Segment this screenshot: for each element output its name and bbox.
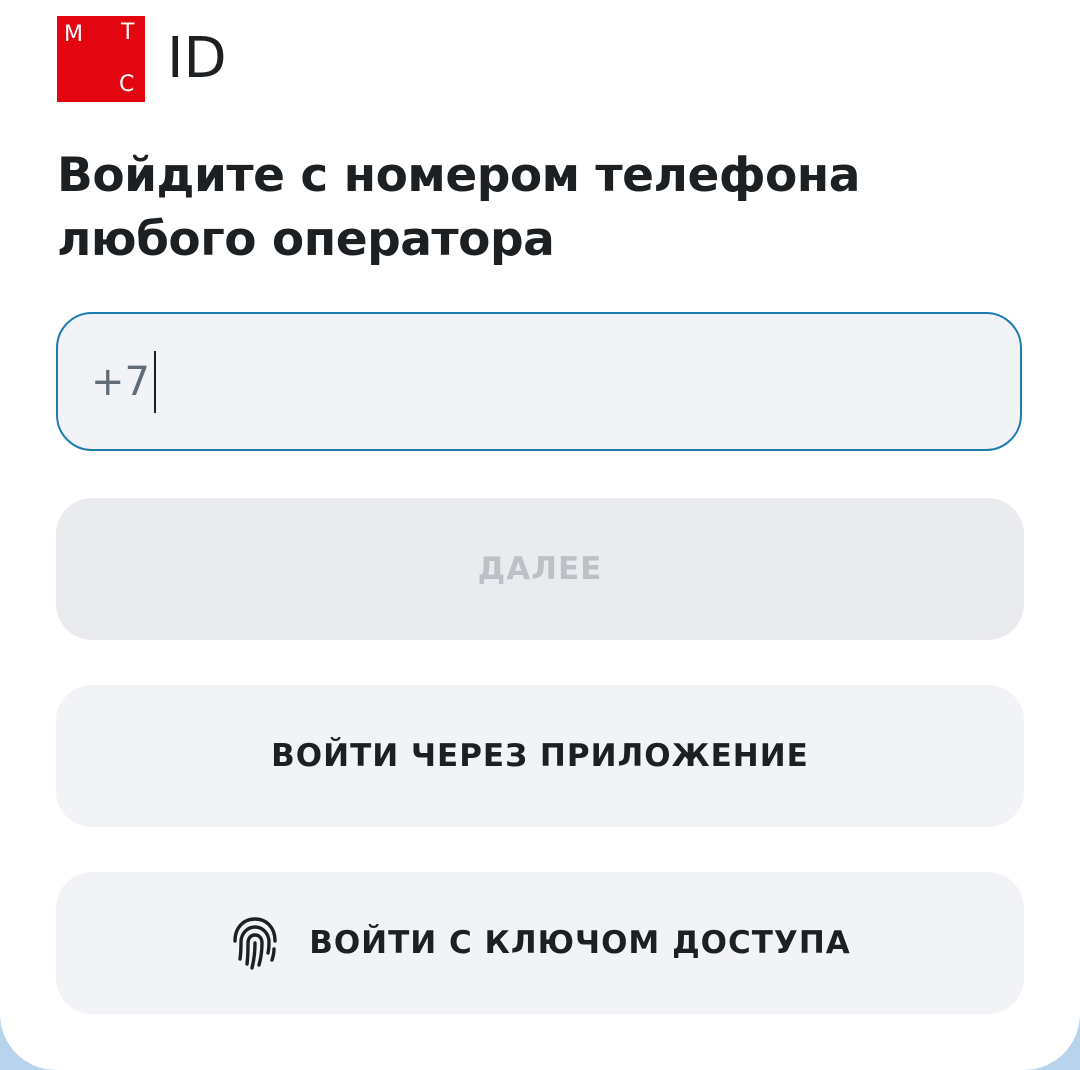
logo-letter-s: С — [119, 72, 135, 97]
logo-letter-t: Т — [121, 20, 135, 45]
mts-logo-mark: М Т С — [57, 16, 145, 102]
page-title: Войдите с номером телефона любого операт… — [57, 148, 860, 267]
passkey-login-button-label: ВОЙТИ С КЛЮЧОМ ДОСТУПА — [309, 925, 851, 961]
mts-id-logo: М Т С ID — [57, 16, 227, 102]
logo-id-text: ID — [167, 26, 227, 91]
app-login-button-label: ВОЙТИ ЧЕРЕЗ ПРИЛОЖЕНИЕ — [271, 738, 809, 774]
next-button[interactable]: ДАЛЕЕ — [56, 498, 1024, 640]
phone-prefix: +7 — [91, 358, 150, 405]
logo-letter-m: М — [64, 22, 83, 47]
text-caret — [153, 350, 156, 413]
next-button-label: ДАЛЕЕ — [477, 551, 603, 587]
fingerprint-icon — [233, 917, 277, 970]
phone-input[interactable]: +7 — [56, 312, 1022, 451]
passkey-login-button[interactable]: ВОЙТИ С КЛЮЧОМ ДОСТУПА — [56, 872, 1024, 1014]
app-login-button[interactable]: ВОЙТИ ЧЕРЕЗ ПРИЛОЖЕНИЕ — [56, 685, 1024, 827]
